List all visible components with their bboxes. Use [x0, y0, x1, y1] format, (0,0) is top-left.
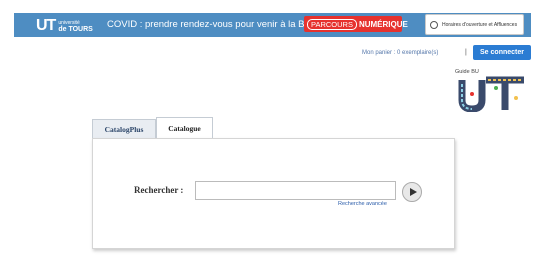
search-label: Rechercher : [134, 185, 184, 195]
university-logo[interactable]: UT université de TOURS [36, 18, 93, 34]
basket-link[interactable]: Mon panier : 0 exemplaire(s) [362, 50, 438, 56]
guide-bu-label: Guide BU [455, 69, 479, 75]
play-arrow-icon [409, 188, 417, 196]
login-button[interactable]: Se connecter [473, 45, 531, 60]
horaires-label: Horaires d'ouverture et Affluences [442, 21, 518, 28]
covid-link[interactable]: COVID : prendre rendez-vous pour venir à… [107, 19, 311, 30]
parcours-label: PARCOURS [307, 18, 357, 30]
numerique-label: NUMÉRIQUE [358, 19, 408, 29]
guide-bu-image[interactable] [456, 76, 530, 112]
search-input[interactable] [195, 181, 396, 200]
parcours-numerique-button[interactable]: PARCOURS NUMÉRIQUE [304, 16, 408, 32]
advanced-search-link[interactable]: Recherche avancée [338, 201, 387, 207]
separator: | [465, 49, 467, 56]
tab-catalogplus[interactable]: CatalogPlus [92, 119, 156, 138]
logo-text: université de TOURS [58, 20, 93, 33]
search-submit-button[interactable] [402, 182, 422, 202]
clock-icon [430, 20, 438, 29]
logo-mark: UT [36, 17, 56, 34]
horaires-button[interactable]: Horaires d'ouverture et Affluences [425, 14, 524, 35]
tab-catalogue[interactable]: Catalogue [156, 117, 213, 139]
logo-line2: de TOURS [58, 25, 93, 33]
